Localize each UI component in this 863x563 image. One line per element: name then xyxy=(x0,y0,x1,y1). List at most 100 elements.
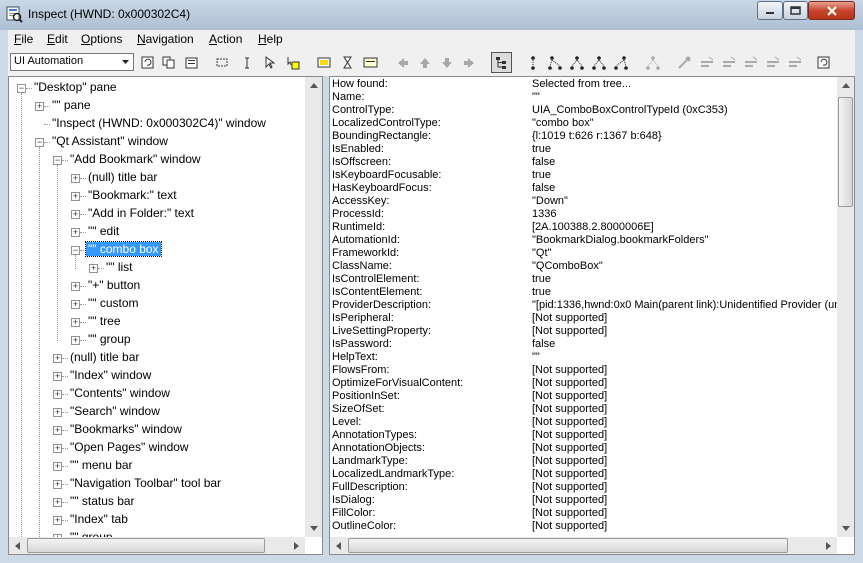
expand-icon[interactable]: + xyxy=(53,390,62,399)
maximize-button[interactable] xyxy=(783,1,808,20)
scroll-down-icon[interactable] xyxy=(305,520,322,537)
tree-parent-icon[interactable] xyxy=(524,54,541,71)
expand-icon[interactable]: + xyxy=(53,426,62,435)
scroll-left-icon[interactable] xyxy=(330,537,347,554)
tree-last-child-icon[interactable] xyxy=(612,54,629,71)
expand-icon[interactable]: + xyxy=(71,336,80,345)
scroll-down-icon[interactable] xyxy=(837,520,854,537)
menu-action[interactable]: Action xyxy=(209,32,242,46)
action-collapse-icon[interactable] xyxy=(764,54,781,71)
expand-icon[interactable]: + xyxy=(71,174,80,183)
expand-icon[interactable]: + xyxy=(71,318,80,327)
title-bar[interactable]: Inspect (HWND: 0x000302C4) xyxy=(0,0,863,30)
action-focus-icon[interactable] xyxy=(676,54,693,71)
tree-item-label[interactable]: "" edit xyxy=(86,224,121,238)
tree-item-label[interactable]: "Inspect (HWND: 0x000302C4)" window xyxy=(50,116,268,130)
scroll-right-icon[interactable] xyxy=(820,537,837,554)
chevron-down-icon[interactable] xyxy=(118,54,133,70)
action-toggle-icon[interactable] xyxy=(720,54,737,71)
refresh-icon[interactable] xyxy=(139,54,156,71)
menu-file[interactable]: File xyxy=(14,32,33,46)
refresh-tree-icon[interactable] xyxy=(815,54,832,71)
tree-item-label[interactable]: (null) title bar xyxy=(86,170,159,184)
tree-item-label[interactable]: "Bookmarks" window xyxy=(68,422,184,436)
tree-disabled-icon[interactable] xyxy=(644,54,661,71)
arrow-right-icon[interactable] xyxy=(460,54,477,71)
tree-item-label[interactable]: "" pane xyxy=(50,98,93,112)
minimize-button[interactable] xyxy=(757,1,783,20)
tree-item-label[interactable]: "Open Pages" window xyxy=(68,440,191,454)
tree-item-label[interactable]: "Index" tab xyxy=(68,512,130,526)
properties-vertical-thumb[interactable] xyxy=(838,97,853,207)
arrow-left-icon[interactable] xyxy=(394,54,411,71)
tree-item-label[interactable]: "Search" window xyxy=(68,404,162,418)
expand-icon[interactable]: + xyxy=(53,498,62,507)
expand-icon[interactable]: + xyxy=(71,300,80,309)
action-select-icon[interactable] xyxy=(786,54,803,71)
menu-options[interactable]: Options xyxy=(81,32,122,46)
expand-icon[interactable]: + xyxy=(53,354,62,363)
tree-first-child-icon[interactable] xyxy=(546,54,563,71)
tree-item-label[interactable]: "Bookmark:" text xyxy=(86,188,179,202)
expand-icon[interactable]: + xyxy=(53,480,62,489)
expand-icon[interactable]: + xyxy=(53,408,62,417)
arrow-down-icon[interactable] xyxy=(438,54,455,71)
tree-item-label[interactable]: "" status bar xyxy=(68,494,137,508)
tree-item-label[interactable]: (null) title bar xyxy=(68,350,141,364)
tree-next-sibling-icon[interactable] xyxy=(568,54,585,71)
expand-icon[interactable]: + xyxy=(53,372,62,381)
mode-select[interactable]: UI Automation xyxy=(10,53,134,71)
rectangle-icon[interactable] xyxy=(214,54,231,71)
tree-prev-sibling-icon[interactable] xyxy=(590,54,607,71)
expand-icon[interactable]: + xyxy=(71,228,80,237)
tree-item-label[interactable]: "+" button xyxy=(86,278,142,292)
expand-icon[interactable]: + xyxy=(71,282,80,291)
tree-horizontal-thumb[interactable] xyxy=(27,538,265,553)
tree-item-label[interactable]: "" tree xyxy=(86,314,123,328)
tree-item-label[interactable]: "Add in Folder:" text xyxy=(86,206,196,220)
expand-icon[interactable]: + xyxy=(35,102,44,111)
action-invoke-icon[interactable] xyxy=(698,54,715,71)
tree-vertical-scrollbar[interactable] xyxy=(305,77,322,537)
tree-item-label[interactable]: "Navigation Toolbar" tool bar xyxy=(68,476,223,490)
text-cursor-icon[interactable] xyxy=(238,54,255,71)
expand-icon[interactable]: + xyxy=(53,462,62,471)
expand-icon[interactable]: + xyxy=(89,264,98,273)
properties-vertical-scrollbar[interactable] xyxy=(837,77,854,537)
scroll-up-icon[interactable] xyxy=(305,77,322,94)
scroll-left-icon[interactable] xyxy=(9,537,26,554)
scroll-up-icon[interactable] xyxy=(837,77,854,94)
highlight-icon[interactable] xyxy=(315,54,332,71)
tree-item-label-selected[interactable]: "" combo box xyxy=(85,241,162,257)
tree-item-label[interactable]: "Desktop" pane xyxy=(32,80,119,94)
watch-cursor-icon[interactable] xyxy=(284,54,301,71)
scroll-right-icon[interactable] xyxy=(288,537,305,554)
pointer-icon[interactable] xyxy=(261,54,278,71)
tree-view[interactable]: − "Desktop" pane + "" pane "Inspect (HWND: 0… xyxy=(8,76,323,555)
expand-icon[interactable]: + xyxy=(53,444,62,453)
tree-item-label[interactable]: "Add Bookmark" window xyxy=(68,152,203,166)
collapse-icon[interactable]: − xyxy=(35,138,44,147)
collapse-icon[interactable]: − xyxy=(71,246,80,255)
expand-icon[interactable]: + xyxy=(53,516,62,525)
properties-horizontal-scrollbar[interactable] xyxy=(330,537,837,554)
properties-pane[interactable]: How found: Selected from tree... Name: "" Co… xyxy=(329,76,855,555)
tree-item-label[interactable]: "" group xyxy=(86,332,133,346)
tree-item-label[interactable]: "" list xyxy=(104,260,135,274)
expand-icon[interactable]: + xyxy=(71,192,80,201)
menu-navigation[interactable]: Navigation xyxy=(137,32,194,46)
close-button[interactable] xyxy=(808,1,855,20)
action-expand-icon[interactable] xyxy=(742,54,759,71)
tree-horizontal-scrollbar[interactable] xyxy=(9,537,305,554)
tree-item-label[interactable]: "Index" window xyxy=(68,368,153,382)
collapse-icon[interactable]: − xyxy=(17,84,26,93)
tree-item-label[interactable]: "Contents" window xyxy=(68,386,172,400)
arrow-up-icon[interactable] xyxy=(416,54,433,71)
menu-help[interactable]: Help xyxy=(258,32,283,46)
hourglass-icon[interactable] xyxy=(339,54,356,71)
tree-item-label[interactable]: "Qt Assistant" window xyxy=(50,134,170,148)
menu-edit[interactable]: Edit xyxy=(47,32,68,46)
properties-horizontal-thumb[interactable] xyxy=(348,538,788,553)
expand-icon[interactable]: + xyxy=(71,210,80,219)
copy-icon[interactable] xyxy=(160,54,177,71)
